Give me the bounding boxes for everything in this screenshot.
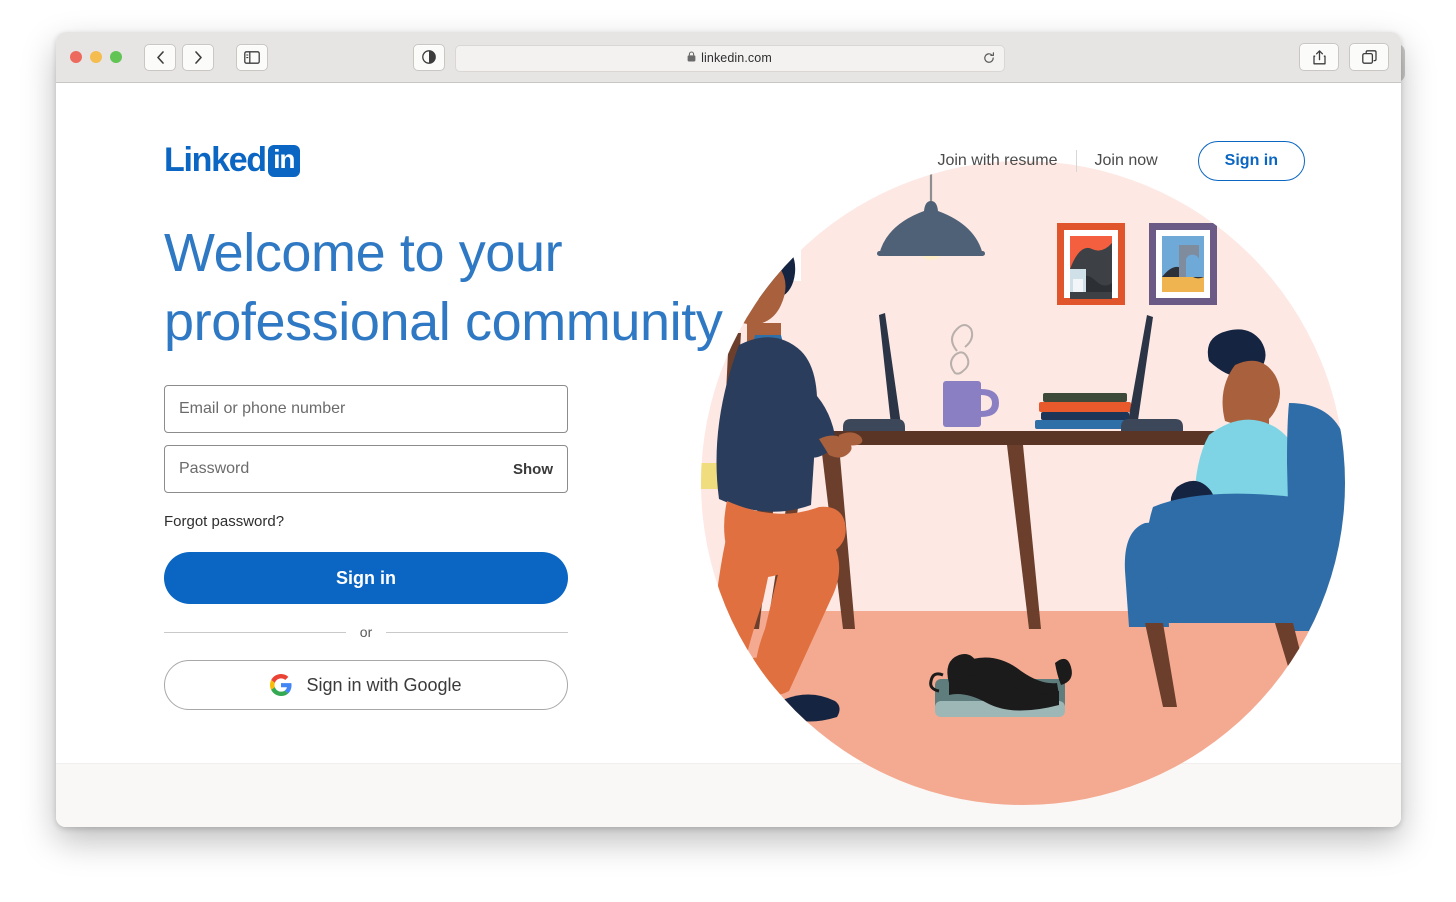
sidebar-toggle-icon bbox=[244, 50, 260, 64]
chevron-right-icon bbox=[194, 50, 202, 64]
back-button[interactable] bbox=[144, 43, 176, 71]
chevron-left-icon bbox=[156, 50, 164, 64]
close-window-button[interactable] bbox=[70, 51, 82, 63]
header-sign-in-button[interactable]: Sign in bbox=[1197, 141, 1305, 181]
safari-window: linkedin.com Linked in Join with resume … bbox=[56, 32, 1401, 827]
or-line-left bbox=[164, 631, 346, 633]
google-g-icon bbox=[270, 674, 292, 697]
site-header: Linked in Join with resume Join now Sign… bbox=[56, 83, 1401, 181]
share-icon bbox=[1312, 49, 1326, 64]
reader-view-button[interactable] bbox=[413, 43, 445, 71]
or-line-right bbox=[386, 631, 569, 633]
navigation-buttons bbox=[144, 43, 214, 71]
share-button[interactable] bbox=[1299, 43, 1339, 71]
url-text: linkedin.com bbox=[701, 51, 772, 65]
email-field-wrapper[interactable] bbox=[164, 385, 568, 434]
page-content: Linked in Join with resume Join now Sign… bbox=[56, 83, 1401, 827]
reload-button[interactable] bbox=[983, 52, 995, 64]
browser-toolbar: linkedin.com bbox=[56, 32, 1401, 83]
email-input[interactable] bbox=[165, 386, 567, 433]
book-stack bbox=[1035, 393, 1131, 429]
password-input[interactable] bbox=[165, 446, 567, 493]
header-navigation: Join with resume Join now Sign in bbox=[919, 141, 1305, 181]
tab-overview-button[interactable] bbox=[1349, 43, 1389, 71]
sign-in-submit-button[interactable]: Sign in bbox=[164, 552, 568, 605]
tab-overview-icon bbox=[1361, 50, 1377, 64]
logo-in-badge: in bbox=[267, 144, 300, 177]
minimize-window-button[interactable] bbox=[90, 51, 102, 63]
window-controls bbox=[70, 51, 122, 63]
signin-panel: Welcome to your professional community S… bbox=[164, 219, 723, 711]
hero-illustration bbox=[643, 83, 1401, 827]
reader-view-icon bbox=[422, 50, 436, 64]
toolbar-right-buttons bbox=[1299, 43, 1389, 71]
address-bar[interactable]: linkedin.com bbox=[454, 44, 1005, 72]
screenshot-root: + bbox=[0, 0, 1456, 902]
workspace-illustration-svg bbox=[701, 161, 1345, 805]
show-password-button[interactable]: Show bbox=[513, 461, 553, 478]
nav-join-with-resume[interactable]: Join with resume bbox=[919, 152, 1075, 170]
or-separator: or bbox=[164, 624, 569, 641]
nav-join-now[interactable]: Join now bbox=[1077, 152, 1176, 170]
sidebar-toggle-button[interactable] bbox=[236, 43, 268, 71]
maximize-window-button[interactable] bbox=[110, 51, 122, 63]
or-label: or bbox=[359, 624, 373, 641]
sign-in-with-google-button[interactable]: Sign in with Google bbox=[164, 660, 568, 711]
lock-icon bbox=[687, 51, 696, 62]
linkedin-logo[interactable]: Linked in bbox=[164, 141, 300, 180]
logo-wordmark: Linked bbox=[164, 141, 267, 179]
address-bar-container: linkedin.com bbox=[454, 44, 1005, 72]
reload-icon bbox=[983, 52, 994, 63]
url-display: linkedin.com bbox=[687, 51, 772, 65]
framed-picture-right bbox=[1149, 223, 1217, 305]
password-field-wrapper[interactable]: Show bbox=[164, 445, 568, 494]
framed-picture-left bbox=[1057, 223, 1125, 305]
forgot-password-link[interactable]: Forgot password? bbox=[164, 513, 284, 530]
google-button-label: Sign in with Google bbox=[306, 674, 462, 695]
page-headline: Welcome to your professional community bbox=[164, 223, 723, 353]
forward-button[interactable] bbox=[182, 43, 214, 71]
